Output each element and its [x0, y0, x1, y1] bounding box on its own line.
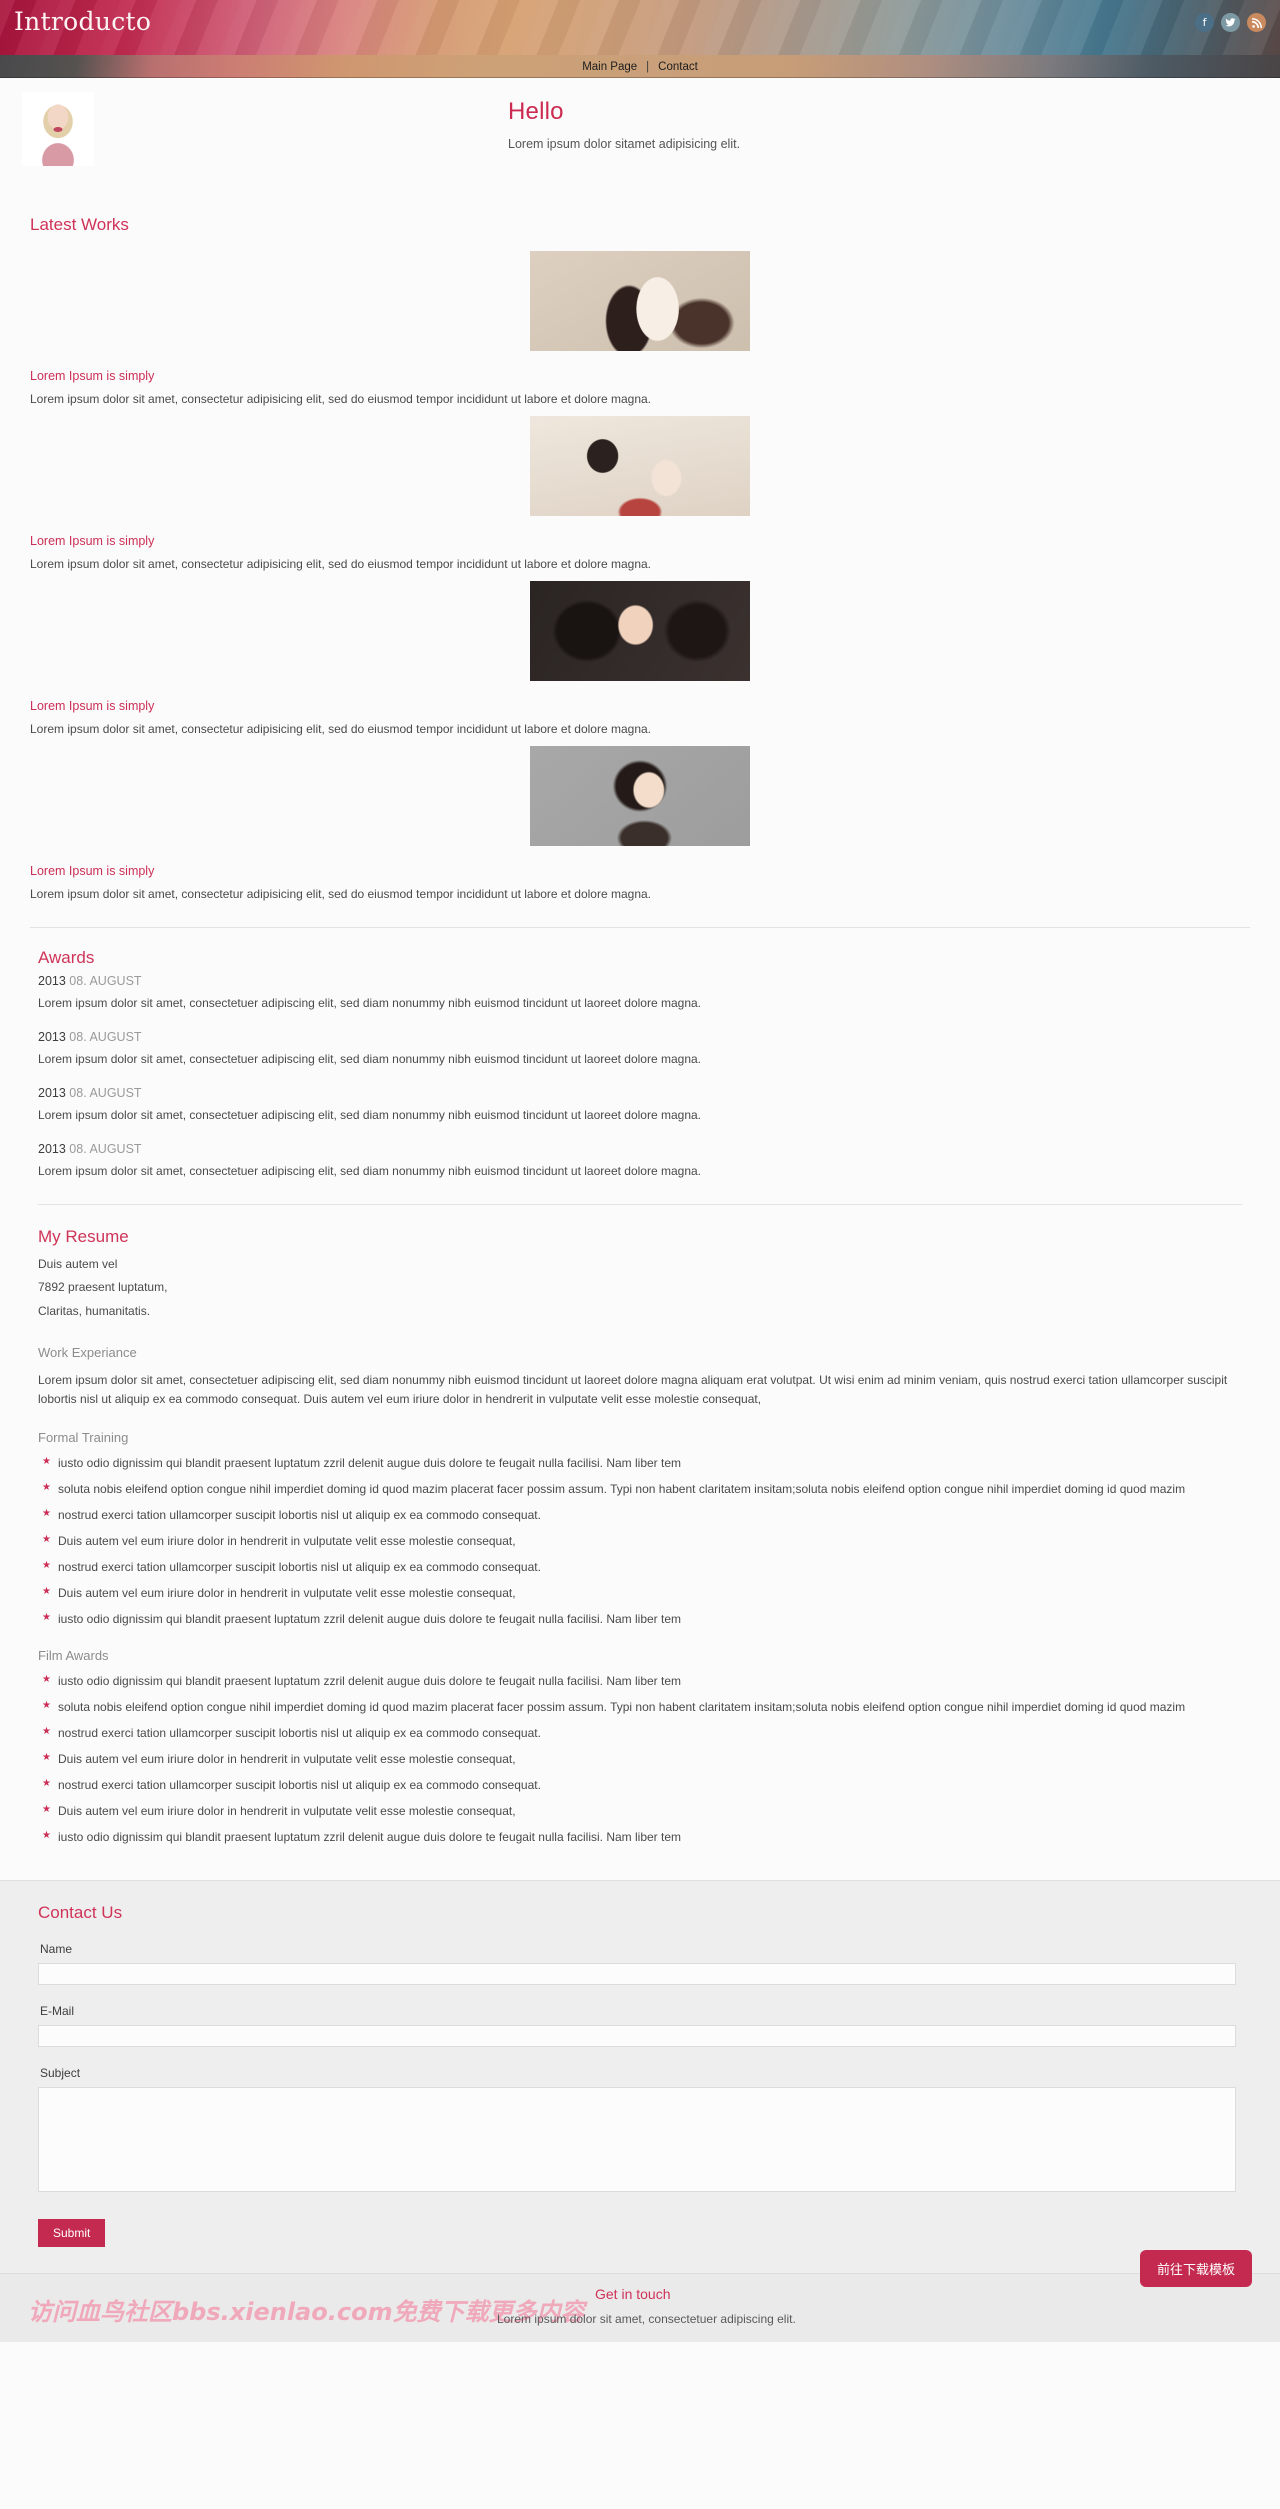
footer-heading: Get in touch — [595, 2286, 671, 2303]
work-description: Lorem ipsum dolor sit amet, consectetur … — [30, 722, 651, 736]
page-title: Hello — [508, 98, 564, 125]
work-title[interactable]: Lorem Ipsum is simply — [30, 534, 1250, 548]
list-item: nostrud exerci tation ullamcorper suscip… — [38, 1560, 1242, 1574]
facebook-icon[interactable]: f — [1195, 13, 1214, 32]
rss-icon[interactable] — [1247, 13, 1266, 32]
nav-separator: | — [646, 60, 650, 73]
award-year: 2013 — [38, 1086, 66, 1100]
submit-button[interactable]: Submit — [38, 2219, 106, 2248]
list-item: Duis autem vel eum iriure dolor in hendr… — [38, 1804, 1242, 1818]
work-title[interactable]: Lorem Ipsum is simply — [30, 864, 1250, 878]
hero-subtitle: Lorem ipsum dolor sitamet adipisicing el… — [508, 137, 741, 151]
list-item: Duis autem vel eum iriure dolor in hendr… — [38, 1534, 1242, 1548]
list-item: Duis autem vel eum iriure dolor in hendr… — [38, 1586, 1242, 1600]
nav-item-main-page[interactable]: Main Page — [582, 61, 637, 73]
award-item: 2013 08. AUGUST Lorem ipsum dolor sit am… — [38, 1030, 1242, 1066]
award-item: 2013 08. AUGUST Lorem ipsum dolor sit am… — [38, 974, 1242, 1010]
main-navigation-bar: Main Page | Contact — [0, 55, 1280, 78]
award-date: 2013 08. AUGUST — [38, 1086, 1242, 1100]
email-label: E-Mail — [40, 2004, 75, 2019]
list-item: soluta nobis eleifend option congue nihi… — [38, 1700, 1242, 1714]
award-year: 2013 — [38, 1030, 66, 1044]
contact-section: Contact Us Name E-Mail Subject Submit — [0, 1880, 1280, 2274]
work-item: Lorem Ipsum is simply Lorem ipsum dolor … — [30, 241, 1250, 406]
work-item: Lorem Ipsum is simply Lorem ipsum dolor … — [30, 571, 1250, 736]
address-line-3: Claritas, humanitatis. — [38, 1303, 151, 1318]
work-description: Lorem ipsum dolor sit amet, consectetur … — [30, 557, 651, 571]
work-title[interactable]: Lorem Ipsum is simply — [30, 369, 1250, 383]
award-date: 2013 08. AUGUST — [38, 1030, 1242, 1044]
award-month: 08. AUGUST — [69, 1086, 142, 1100]
name-input[interactable] — [38, 1963, 1236, 1986]
subject-textarea[interactable] — [38, 2087, 1236, 2193]
formal-training-list: iusto odio dignissim qui blandit praesen… — [38, 1456, 1242, 1626]
award-year: 2013 — [38, 974, 66, 988]
name-label: Name — [40, 1942, 73, 1957]
work-item: Lorem Ipsum is simply Lorem ipsum dolor … — [30, 406, 1250, 571]
contact-inner: Contact Us Name E-Mail Subject Submit — [30, 1903, 1250, 2248]
nav-item-contact[interactable]: Contact — [658, 61, 698, 73]
list-item: nostrud exerci tation ullamcorper suscip… — [38, 1778, 1242, 1792]
main-navigation: Main Page | Contact — [0, 55, 1280, 78]
latest-works-section: Latest Works Lorem Ipsum is simply Lorem… — [30, 193, 1250, 928]
hero-section: Hello Lorem ipsum dolor sitamet adipisic… — [0, 78, 1280, 193]
site-header: Introducto f — [0, 0, 1280, 55]
work-thumbnail-image[interactable] — [530, 416, 750, 516]
address-line-1: Duis autem vel — [38, 1257, 118, 1271]
award-description: Lorem ipsum dolor sit amet, consectetuer… — [38, 1108, 702, 1122]
download-template-button[interactable]: 前往下载模板 — [1139, 2250, 1252, 2288]
film-awards-heading: Film Awards — [38, 1648, 109, 1664]
award-description: Lorem ipsum dolor sit amet, consectetuer… — [38, 1164, 702, 1178]
work-thumbnail-image[interactable] — [530, 581, 750, 681]
awards-heading: Awards — [38, 948, 95, 967]
page-body: Hello Lorem ipsum dolor sitamet adipisic… — [0, 78, 1280, 2343]
list-item: iusto odio dignissim qui blandit praesen… — [38, 1612, 1242, 1626]
work-title[interactable]: Lorem Ipsum is simply — [30, 699, 1250, 713]
list-item: nostrud exerci tation ullamcorper suscip… — [38, 1508, 1242, 1522]
award-month: 08. AUGUST — [69, 974, 142, 988]
twitter-icon[interactable] — [1221, 13, 1240, 32]
submit-row: Submit — [38, 2197, 1242, 2248]
list-item: iusto odio dignissim qui blandit praesen… — [38, 1674, 1242, 1688]
award-year: 2013 — [38, 1142, 66, 1156]
contact-heading: Contact Us — [38, 1903, 123, 1923]
site-footer: 访问血鸟社区bbs.xienlao.com免费下载更多内容 Get in tou… — [0, 2273, 1280, 2343]
award-item: 2013 08. AUGUST Lorem ipsum dolor sit am… — [38, 1142, 1242, 1178]
address-line-2: 7892 praesent luptatum, — [38, 1280, 168, 1295]
award-month: 08. AUGUST — [69, 1142, 142, 1156]
awards-section: Awards 2013 08. AUGUST Lorem ipsum dolor… — [30, 928, 1250, 1205]
avatar — [22, 92, 94, 166]
award-description: Lorem ipsum dolor sit amet, consectetuer… — [38, 1052, 702, 1066]
resume-heading: My Resume — [38, 1227, 129, 1246]
latest-works-heading: Latest Works — [30, 215, 129, 234]
subject-label: Subject — [40, 2066, 81, 2081]
award-date: 2013 08. AUGUST — [38, 1142, 1242, 1156]
resume-address: Duis autem vel 7892 praesent luptatum, C… — [38, 1253, 1242, 1323]
list-item: Duis autem vel eum iriure dolor in hendr… — [38, 1752, 1242, 1766]
award-item: 2013 08. AUGUST Lorem ipsum dolor sit am… — [38, 1086, 1242, 1122]
work-thumbnail-image[interactable] — [530, 251, 750, 351]
formal-training-heading: Formal Training — [38, 1430, 129, 1446]
work-description: Lorem ipsum dolor sit amet, consectetur … — [30, 887, 651, 901]
work-item: Lorem Ipsum is simply Lorem ipsum dolor … — [30, 736, 1250, 901]
email-input[interactable] — [38, 2025, 1236, 2048]
work-experience-body: Lorem ipsum dolor sit amet, consectetuer… — [38, 1373, 1228, 1406]
award-date: 2013 08. AUGUST — [38, 974, 1242, 988]
social-links: f — [1195, 13, 1266, 32]
avatar-mouth — [53, 126, 63, 132]
work-thumbnail-image[interactable] — [530, 746, 750, 846]
resume-section: My Resume Duis autem vel 7892 praesent l… — [30, 1205, 1250, 1880]
hero-text: Hello Lorem ipsum dolor sitamet adipisic… — [508, 98, 740, 151]
film-awards-list: iusto odio dignissim qui blandit praesen… — [38, 1674, 1242, 1844]
list-item: soluta nobis eleifend option congue nihi… — [38, 1482, 1242, 1496]
work-description: Lorem ipsum dolor sit amet, consectetur … — [30, 392, 651, 406]
award-month: 08. AUGUST — [69, 1030, 142, 1044]
award-description: Lorem ipsum dolor sit amet, consectetuer… — [38, 996, 702, 1010]
work-experience-heading: Work Experiance — [38, 1345, 137, 1361]
list-item: iusto odio dignissim qui blandit praesen… — [38, 1830, 1242, 1844]
list-item: nostrud exerci tation ullamcorper suscip… — [38, 1726, 1242, 1740]
site-logo[interactable]: Introducto — [14, 7, 151, 36]
list-item: iusto odio dignissim qui blandit praesen… — [38, 1456, 1242, 1470]
footer-body: Lorem ipsum dolor sit amet, consectetuer… — [497, 2312, 796, 2327]
